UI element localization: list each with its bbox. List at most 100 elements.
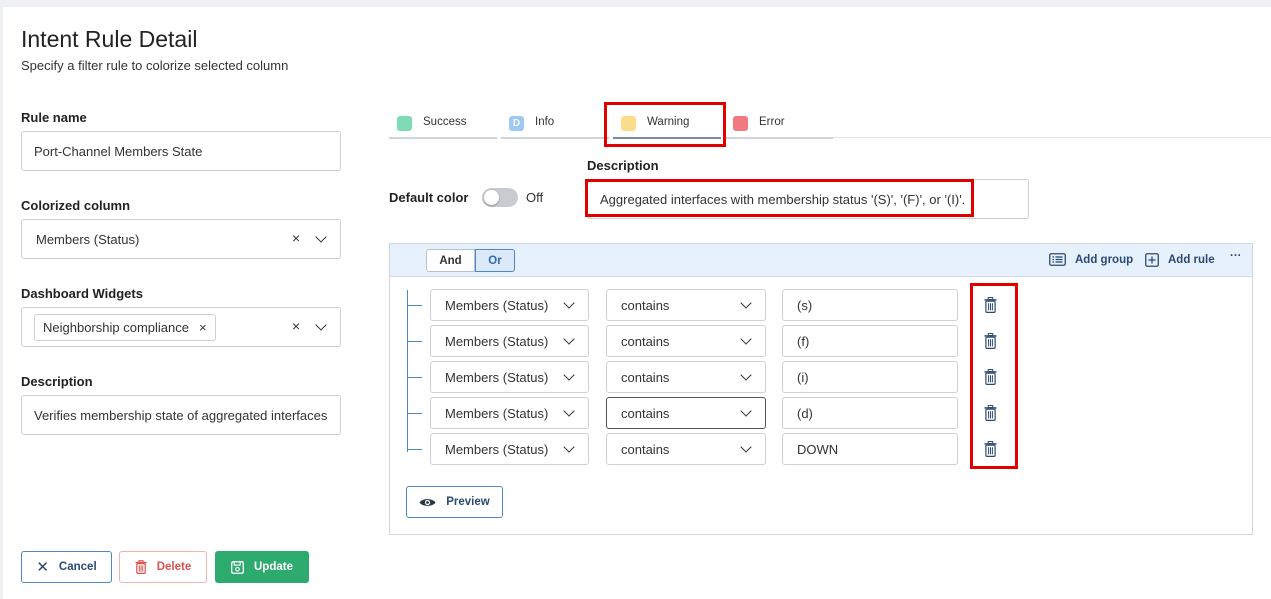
rule-value-input[interactable]: (f) — [782, 325, 958, 357]
add-rule-label: Add rule — [1168, 254, 1215, 266]
delete-label: Delete — [156, 561, 192, 573]
chevron-down-icon[interactable] — [315, 319, 327, 331]
clear-icon[interactable]: × — [292, 230, 300, 246]
add-group-label: Add group — [1075, 253, 1134, 266]
rule-value-input[interactable]: (d) — [782, 397, 958, 429]
chevron-down-icon — [563, 369, 575, 381]
page-title: Intent Rule Detail — [21, 26, 198, 52]
rule-field-select[interactable]: Members (Status) — [430, 433, 589, 465]
colorized-column-value: Members (Status) — [36, 231, 140, 247]
tree-branch-line — [407, 341, 422, 342]
remove-rule-icon[interactable] — [984, 369, 997, 385]
cancel-button[interactable]: ✕ Cancel — [21, 551, 112, 583]
rule-field-value: Members (Status) — [445, 370, 549, 385]
rule-value-text: DOWN — [797, 442, 839, 457]
remove-rule-icon[interactable] — [984, 333, 997, 349]
rule-operator-value: contains — [621, 406, 670, 421]
rule-operator-select[interactable]: contains — [606, 433, 766, 465]
tab-success[interactable]: Success — [389, 107, 497, 139]
rule-value-text: (i) — [797, 370, 809, 385]
update-button[interactable]: Update — [215, 551, 309, 583]
chevron-down-icon — [563, 333, 575, 345]
eye-icon — [419, 498, 436, 506]
chevron-down-icon — [740, 441, 752, 453]
rule-operator-value: contains — [621, 442, 670, 457]
rule-value-input[interactable]: (i) — [782, 361, 958, 393]
error-swatch — [733, 116, 748, 131]
plus-square-icon — [1145, 253, 1159, 267]
rule-value-input[interactable]: (s) — [782, 289, 958, 321]
rule-field-value: Members (Status) — [445, 298, 549, 313]
rule-operator-select[interactable]: contains — [606, 361, 766, 393]
chevron-down-icon[interactable] — [315, 231, 327, 243]
warning-swatch — [621, 116, 636, 131]
description-label: Description — [21, 374, 93, 389]
update-label: Update — [254, 561, 293, 573]
default-color-label: Default color — [389, 190, 469, 205]
rule-value-text: (d) — [797, 406, 813, 421]
rule-name-input[interactable]: Port-Channel Members State — [21, 131, 341, 171]
rule-field-value: Members (Status) — [445, 442, 549, 457]
tree-branch-line — [407, 377, 422, 378]
delete-button[interactable]: Delete — [119, 551, 207, 583]
combinator-or-button[interactable]: Or — [475, 249, 515, 272]
rule-value-text: (f) — [797, 334, 810, 349]
default-color-toggle[interactable] — [482, 188, 518, 207]
widget-chip: Neighborship compliance × — [34, 314, 216, 341]
remove-rule-icon[interactable] — [984, 297, 997, 313]
default-color-state: Off — [526, 190, 544, 205]
remove-rule-icon[interactable] — [984, 405, 997, 421]
rule-operator-value: contains — [621, 334, 670, 349]
tree-branch-line — [407, 305, 422, 306]
widget-chip-label: Neighborship compliance — [43, 320, 189, 335]
page-subtitle: Specify a filter rule to colorize select… — [21, 58, 289, 73]
severity-description-label: Description — [587, 158, 659, 173]
rule-operator-value: contains — [621, 370, 670, 385]
rule-operator-value: contains — [621, 298, 670, 313]
colorized-column-select[interactable]: Members (Status) × — [21, 219, 341, 259]
combinator-and-button[interactable]: And — [426, 249, 475, 272]
query-builder: And Or Add group Add rule ··· Members (S… — [389, 243, 1253, 535]
clear-icon[interactable]: × — [292, 318, 300, 334]
chevron-down-icon — [740, 369, 752, 381]
rule-value-input[interactable]: DOWN — [782, 433, 958, 465]
preview-label: Preview — [446, 496, 490, 508]
preview-button[interactable]: Preview — [406, 486, 503, 518]
query-builder-header: And Or Add group Add rule ··· — [390, 244, 1252, 277]
add-rule-button[interactable]: Add rule — [1145, 253, 1215, 267]
tab-info[interactable]: D Info — [501, 107, 609, 139]
remove-rule-icon[interactable] — [984, 441, 997, 457]
rule-value-text: (s) — [797, 298, 813, 313]
rule-field-select[interactable]: Members (Status) — [430, 289, 589, 321]
tab-info-label: Info — [535, 116, 555, 128]
rule-field-select[interactable]: Members (Status) — [430, 361, 589, 393]
tree-branch-line — [407, 449, 422, 450]
chevron-down-icon — [563, 297, 575, 309]
rule-field-select[interactable]: Members (Status) — [430, 325, 589, 357]
rule-operator-select[interactable]: contains — [606, 289, 766, 321]
chip-remove-icon[interactable]: × — [199, 320, 207, 335]
severity-description-input[interactable]: Aggregated interfaces with membership st… — [587, 179, 1029, 219]
rule-name-value: Port-Channel Members State — [34, 143, 203, 159]
description-input[interactable]: Verifies membership state of aggregated … — [21, 395, 341, 435]
chevron-down-icon — [740, 405, 752, 417]
dashboard-widgets-select[interactable]: Neighborship compliance × × — [21, 307, 341, 347]
save-icon — [231, 560, 244, 574]
rule-operator-select[interactable]: contains — [606, 325, 766, 357]
list-icon — [1049, 253, 1066, 266]
success-swatch — [397, 116, 412, 131]
tab-warning[interactable]: Warning — [613, 107, 721, 139]
rule-operator-select[interactable]: contains — [606, 397, 766, 429]
tabs-divider — [833, 137, 1271, 138]
rule-field-select[interactable]: Members (Status) — [430, 397, 589, 429]
description-value: Verifies membership state of aggregated … — [34, 407, 328, 423]
add-group-button[interactable]: Add group — [1049, 253, 1133, 266]
tab-error[interactable]: Error — [725, 107, 833, 139]
dashboard-widgets-label: Dashboard Widgets — [21, 286, 143, 301]
severity-description-value: Aggregated interfaces with membership st… — [600, 191, 966, 207]
cancel-label: Cancel — [58, 561, 97, 573]
chevron-down-icon — [563, 405, 575, 417]
more-options-button[interactable]: ··· — [1230, 250, 1242, 262]
colorized-column-label: Colorized column — [21, 198, 131, 213]
tree-branch-line — [407, 413, 422, 414]
